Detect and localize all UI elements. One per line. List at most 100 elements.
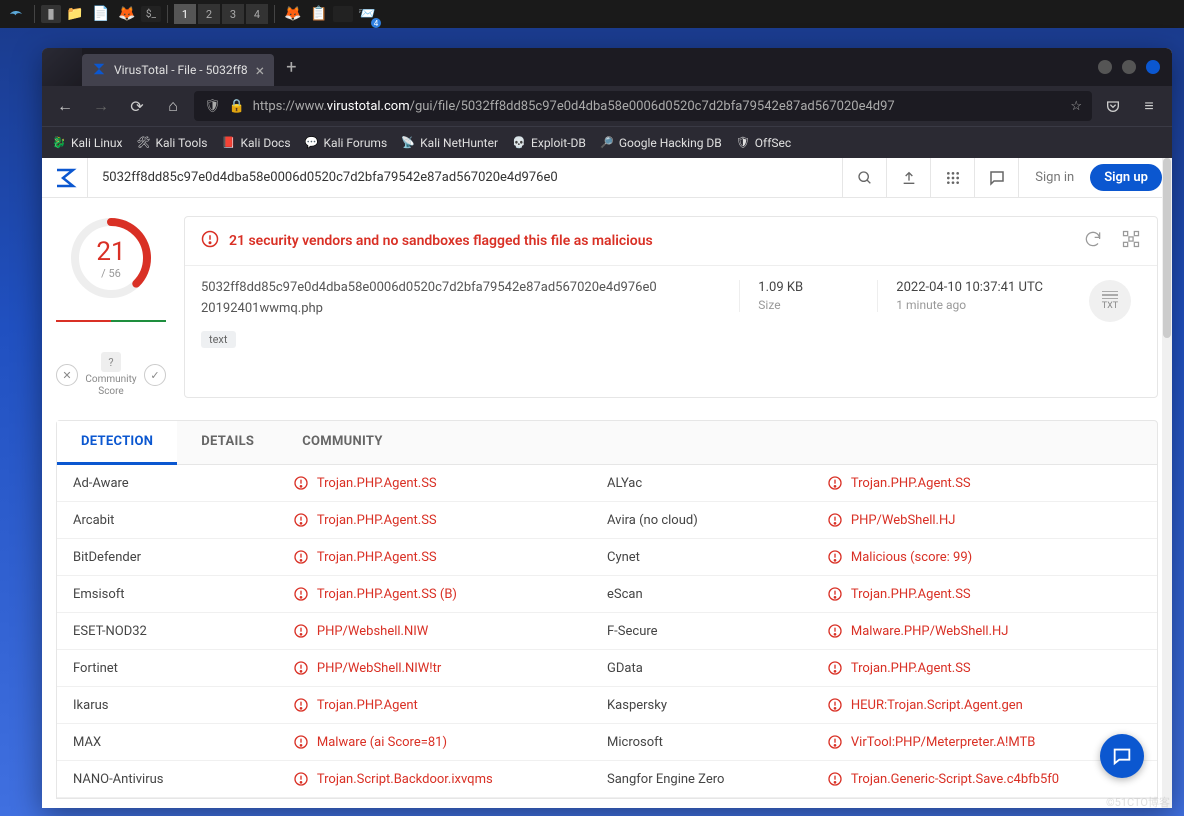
signup-button[interactable]: Sign up [1090, 164, 1162, 191]
page-content: 5032ff8dd85c97e0d4dba58e0006d0520c7d2bfa… [42, 158, 1172, 808]
new-tab-button[interactable]: + [274, 57, 308, 78]
detection-row: MAX Malware (ai Score=81) Microsoft VirT… [57, 724, 1157, 761]
vendor-name: Sangfor Engine Zero [607, 771, 827, 787]
detection-result: PHP/WebShell.HJ [827, 512, 1141, 528]
detection-row: Fortinet PHP/WebShell.NIW!tr GData Troja… [57, 650, 1157, 687]
malicious-icon [293, 771, 309, 787]
detection-row: BitDefender Trojan.PHP.Agent.SS Cynet Ma… [57, 539, 1157, 576]
graph-icon[interactable] [1121, 229, 1141, 253]
virustotal-favicon [92, 62, 106, 79]
detection-row: Emsisoft Trojan.PHP.Agent.SS (B) eScan T… [57, 576, 1157, 613]
forward-button[interactable]: → [86, 91, 116, 121]
tab-close-icon[interactable]: × [256, 61, 265, 80]
detection-result: Trojan.PHP.Agent.SS [827, 586, 1141, 602]
detection-count: 21 [96, 237, 125, 267]
vt-header: 5032ff8dd85c97e0d4dba58e0006d0520c7d2bfa… [42, 158, 1172, 198]
malicious-icon [827, 549, 843, 565]
detection-result: Malware (ai Score=81) [293, 734, 607, 750]
bookmark-icon: 🔎 [600, 136, 614, 150]
vt-logo[interactable] [42, 158, 88, 197]
bookmark-item[interactable]: 📡Kali NetHunter [401, 136, 498, 150]
tab-detection[interactable]: DETECTION [57, 421, 177, 465]
bookmark-item[interactable]: 🛡OffSec [736, 136, 791, 150]
detection-result: Trojan.PHP.Agent [293, 697, 607, 713]
terminal-icon[interactable]: ▮ [41, 5, 61, 23]
tab-strip: VirusTotal - File - 5032ff8 × + [42, 48, 1172, 86]
workspace-3[interactable]: 3 [222, 4, 244, 24]
vendor-name: ALYac [607, 475, 827, 491]
alert-icon [201, 230, 219, 252]
malicious-icon [293, 512, 309, 528]
workspace-1[interactable]: 1 [174, 4, 196, 24]
vendor-name: MAX [73, 734, 293, 750]
detection-result: VirTool:PHP/Meterpreter.A!MTB [827, 734, 1141, 750]
upload-icon[interactable] [887, 158, 931, 197]
vendor-name: GData [607, 660, 827, 676]
files-icon[interactable]: 📁 [63, 2, 87, 26]
malicious-icon [827, 475, 843, 491]
signin-link[interactable]: Sign in [1019, 158, 1090, 197]
desktop-taskbar: ▮ 📁 📄 🦊 $_ 1234 🦊 📋 📨4 [0, 0, 1184, 28]
detail-tabs: DETECTIONDETAILSCOMMUNITY [56, 420, 1158, 465]
malicious-icon [827, 771, 843, 787]
file-info-panel: 21 security vendors and no sandboxes fla… [184, 216, 1158, 398]
comment-icon[interactable] [975, 158, 1019, 197]
malicious-icon [293, 623, 309, 639]
firefox-running-icon[interactable]: 🦊 [281, 2, 305, 26]
detection-row: Arcabit Trojan.PHP.Agent.SS Avira (no cl… [57, 502, 1157, 539]
detection-result: Trojan.PHP.Agent.SS [293, 512, 607, 528]
watermark: ©51CTO博客 [1106, 794, 1170, 810]
browser-toolbar: ← → ⟳ ⌂ 🛡 🔒 https://www.virustotal.com/g… [42, 86, 1172, 126]
vote-down-button[interactable]: ✕ [56, 364, 78, 386]
app-icon-3[interactable] [333, 6, 353, 22]
bookmark-item[interactable]: 🛠Kali Tools [136, 136, 207, 150]
bookmark-item[interactable]: 🐉Kali Linux [52, 136, 122, 150]
vendor-name: Ikarus [73, 697, 293, 713]
browser-tab[interactable]: VirusTotal - File - 5032ff8 × [82, 54, 274, 86]
menu-icon[interactable]: ≡ [1134, 91, 1164, 121]
firefox-icon[interactable]: 🦊 [115, 2, 139, 26]
back-button[interactable]: ← [50, 91, 80, 121]
tray-notification-icon[interactable]: 📨4 [355, 2, 379, 26]
search-icon[interactable] [843, 158, 887, 197]
detection-result: Trojan.PHP.Agent.SS [827, 660, 1141, 676]
pocket-icon[interactable] [1098, 91, 1128, 121]
malicious-icon [293, 697, 309, 713]
bookmark-star-icon[interactable]: ☆ [1070, 99, 1082, 114]
tab-details[interactable]: DETAILS [177, 421, 278, 464]
close-button[interactable] [1146, 60, 1160, 74]
editor-icon[interactable]: 📄 [89, 2, 113, 26]
chat-fab[interactable] [1100, 734, 1144, 778]
url-bar[interactable]: 🛡 🔒 https://www.virustotal.com/gui/file/… [194, 91, 1092, 121]
workspace-4[interactable]: 4 [246, 4, 268, 24]
maximize-button[interactable] [1122, 60, 1136, 74]
bookmark-icon: 🛡 [736, 136, 750, 150]
reanalyze-icon[interactable] [1083, 229, 1103, 253]
bookmark-item[interactable]: 💀Exploit-DB [512, 136, 586, 150]
tab-community[interactable]: COMMUNITY [278, 421, 407, 464]
detection-total: / 56 [101, 267, 121, 280]
tab-title: VirusTotal - File - 5032ff8 [114, 63, 248, 77]
home-button[interactable]: ⌂ [158, 91, 188, 121]
shell-icon[interactable]: $_ [141, 6, 161, 22]
reload-button[interactable]: ⟳ [122, 91, 152, 121]
bookmark-item[interactable]: 📕Kali Docs [221, 136, 290, 150]
file-size-label: Size [758, 298, 831, 312]
bookmark-item[interactable]: 💬Kali Forums [305, 136, 388, 150]
bookmark-icon: 💬 [305, 136, 319, 150]
minimize-button[interactable] [1098, 60, 1112, 74]
scrollbar[interactable] [1162, 158, 1172, 808]
malicious-icon [293, 549, 309, 565]
apps-icon[interactable] [931, 158, 975, 197]
vote-up-button[interactable]: ✓ [144, 364, 166, 386]
vt-search-field[interactable]: 5032ff8dd85c97e0d4dba58e0006d0520c7d2bfa… [88, 158, 843, 197]
detection-result: Trojan.Script.Backdoor.ixvqms [293, 771, 607, 787]
app-icon-2[interactable]: 📋 [307, 2, 331, 26]
kali-menu-icon[interactable] [4, 2, 28, 26]
window-controls [1086, 60, 1172, 74]
bookmark-item[interactable]: 🔎Google Hacking DB [600, 136, 722, 150]
vendor-name: Arcabit [73, 512, 293, 528]
community-help-icon[interactable]: ? [101, 352, 121, 372]
detections-table: Ad-Aware Trojan.PHP.Agent.SS ALYac Troja… [56, 465, 1158, 799]
workspace-2[interactable]: 2 [198, 4, 220, 24]
